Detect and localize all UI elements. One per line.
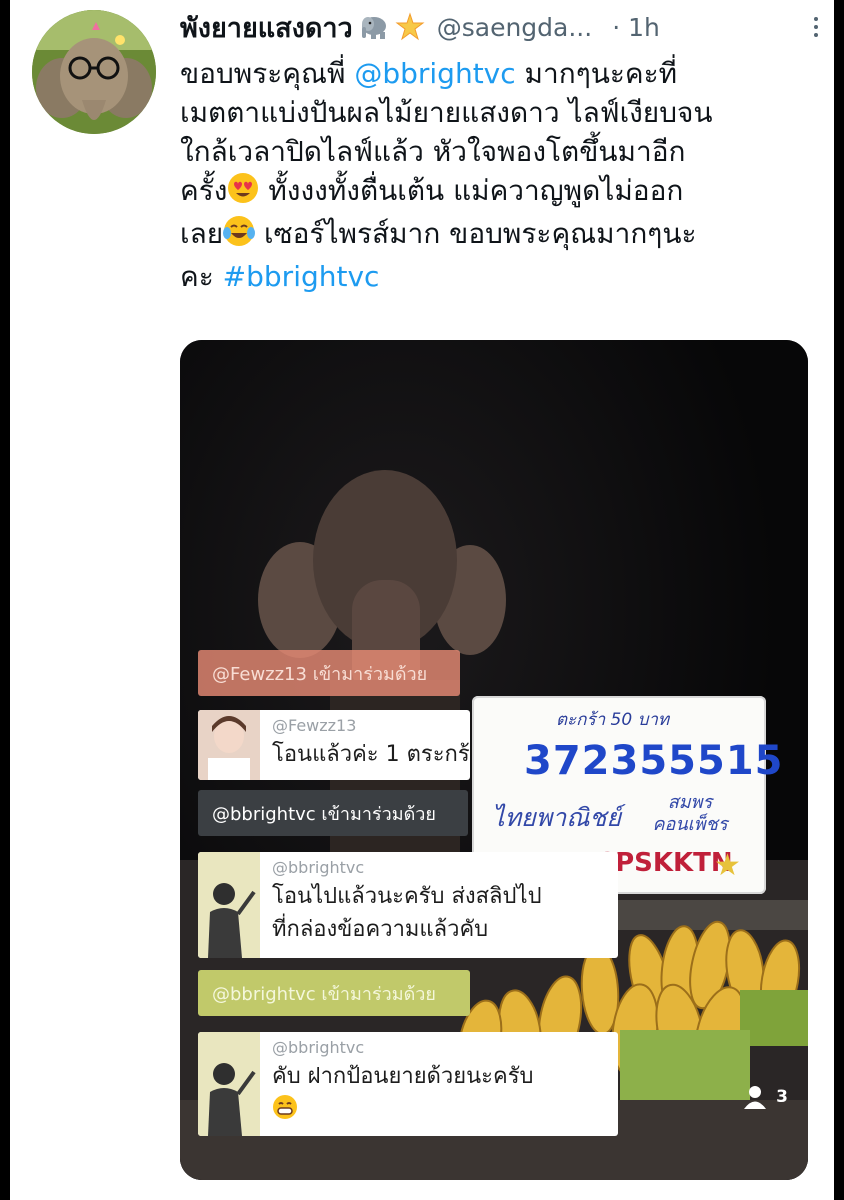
comment-line: โอนไปแล้วนะครับ ส่งสลิปไป [272, 884, 542, 909]
tweet-media-image[interactable]: ตะกร้า 50 บาท 372355515 ไทยพาณิชย์ สมพรค… [180, 340, 808, 1180]
more-options-icon[interactable] [814, 17, 818, 37]
join-notice: @Fewzz13 เข้ามาร่วมด้วย [198, 650, 460, 696]
text-span: เซอร์ไพรส์มาก ขอบพระคุณมากๆนะ [255, 217, 697, 250]
commenter-avatar [198, 852, 260, 958]
live-comment: @bbrightvc คับ ฝากป้อนยายด้วยนะครับ [198, 1032, 618, 1136]
tweet-line-4: ครั้ง ทั้งงงทั้งตื่นเต้น แม่ควาญพูดไม่ออ… [180, 171, 820, 214]
text-span: คะ [180, 260, 223, 293]
grinning-emoji-icon [272, 1094, 298, 1130]
live-comment: @bbrightvc โอนไปแล้วนะครับ ส่งสลิปไปที่ก… [198, 852, 618, 958]
comment-text: โอนแล้วค่ะ 1 ตระกร้า [272, 742, 470, 767]
profile-avatar[interactable] [32, 10, 156, 134]
text-span: ครั้ง [180, 174, 228, 207]
comment-line: คับ ฝากป้อนยายด้วยนะครับ [272, 1064, 534, 1089]
comment-username: @Fewzz13 [272, 716, 357, 735]
comment-text: คับ ฝากป้อนยายด้วยนะครับ [272, 1060, 533, 1130]
text-span: ขอบพระคุณพี่ [180, 57, 355, 90]
tweet-text: ขอบพระคุณพี่ @bbrightvc มากๆนะคะที่ เมตต… [180, 54, 820, 296]
timestamp[interactable]: · 1h [612, 13, 660, 42]
time-value: 1h [628, 12, 660, 42]
join-notice: @bbrightvc เข้ามาร่วมด้วย [198, 790, 468, 836]
text-span: เลย [180, 217, 224, 250]
live-comment: @Fewzz13 โอนแล้วค่ะ 1 ตระกร้า [198, 710, 470, 780]
comment-line: ที่กล่องข้อความแล้วคับ [272, 917, 489, 942]
text-span: มากๆนะคะที่ [515, 57, 678, 90]
tweet-card: พังยายแสงดาว @saengda... · 1h ขอบพระคุณพ… [10, 0, 834, 1200]
user-handle[interactable]: @saengda... [437, 13, 592, 42]
person-icon [744, 1086, 767, 1109]
sign-price: ตะกร้า 50 บาท [556, 710, 670, 730]
hashtag-link[interactable]: #bbrightvc [223, 260, 380, 293]
elephant-with-glasses-avatar [32, 10, 156, 134]
tweet-line-6: คะ #bbrightvc [180, 257, 820, 296]
sign-account-number: 372355515 [524, 738, 784, 784]
comment-username: @bbrightvc [272, 858, 365, 877]
time-separator: · [612, 12, 621, 42]
tweet-line-3: ใกล้เวลาปิดไลฟ์แล้ว หัวใจพองโตขึ้นมาอีก [180, 135, 686, 168]
join-notice: @bbrightvc เข้ามาร่วมด้วย [198, 970, 470, 1016]
viewer-count-value: 3 [776, 1087, 788, 1107]
comment-username: @bbrightvc [272, 1038, 365, 1057]
comment-text: โอนไปแล้วนะครับ ส่งสลิปไปที่กล่องข้อความ… [272, 880, 542, 946]
display-name[interactable]: พังยายแสงดาว [180, 6, 353, 49]
sign-bank-name: ไทยพาณิชย์ [492, 803, 622, 832]
mention-link[interactable]: @bbrightvc [354, 57, 515, 90]
tweet-line-1: ขอบพระคุณพี่ @bbrightvc มากๆนะคะที่ [180, 54, 820, 93]
sign-account-name: สมพร คอนเพ็ชร [652, 792, 728, 835]
viewer-count: 3 [742, 1084, 788, 1110]
tweet-line-2: เมตตาแบ่งปันผลไม้ยายแสงดาว ไลฟ์เงียบจน [180, 96, 713, 129]
glowing-star-emoji-icon [395, 12, 425, 42]
star-icon: ★ [714, 848, 741, 883]
commenter-avatar [198, 710, 260, 780]
heart-eyes-emoji-icon [227, 172, 259, 214]
tweet-line-5: เลย เซอร์ไพรส์มาก ขอบพระคุณมากๆนะ [180, 214, 820, 257]
tweet-header: พังยายแสงดาว @saengda... · 1h [180, 6, 820, 48]
commenter-avatar [198, 1032, 260, 1136]
tears-of-joy-emoji-icon [223, 215, 256, 257]
text-span: ทั้งงงทั้งตื่นเต้น แม่ควาญพูดไม่ออก [259, 174, 684, 207]
elephant-emoji-icon [359, 14, 389, 40]
